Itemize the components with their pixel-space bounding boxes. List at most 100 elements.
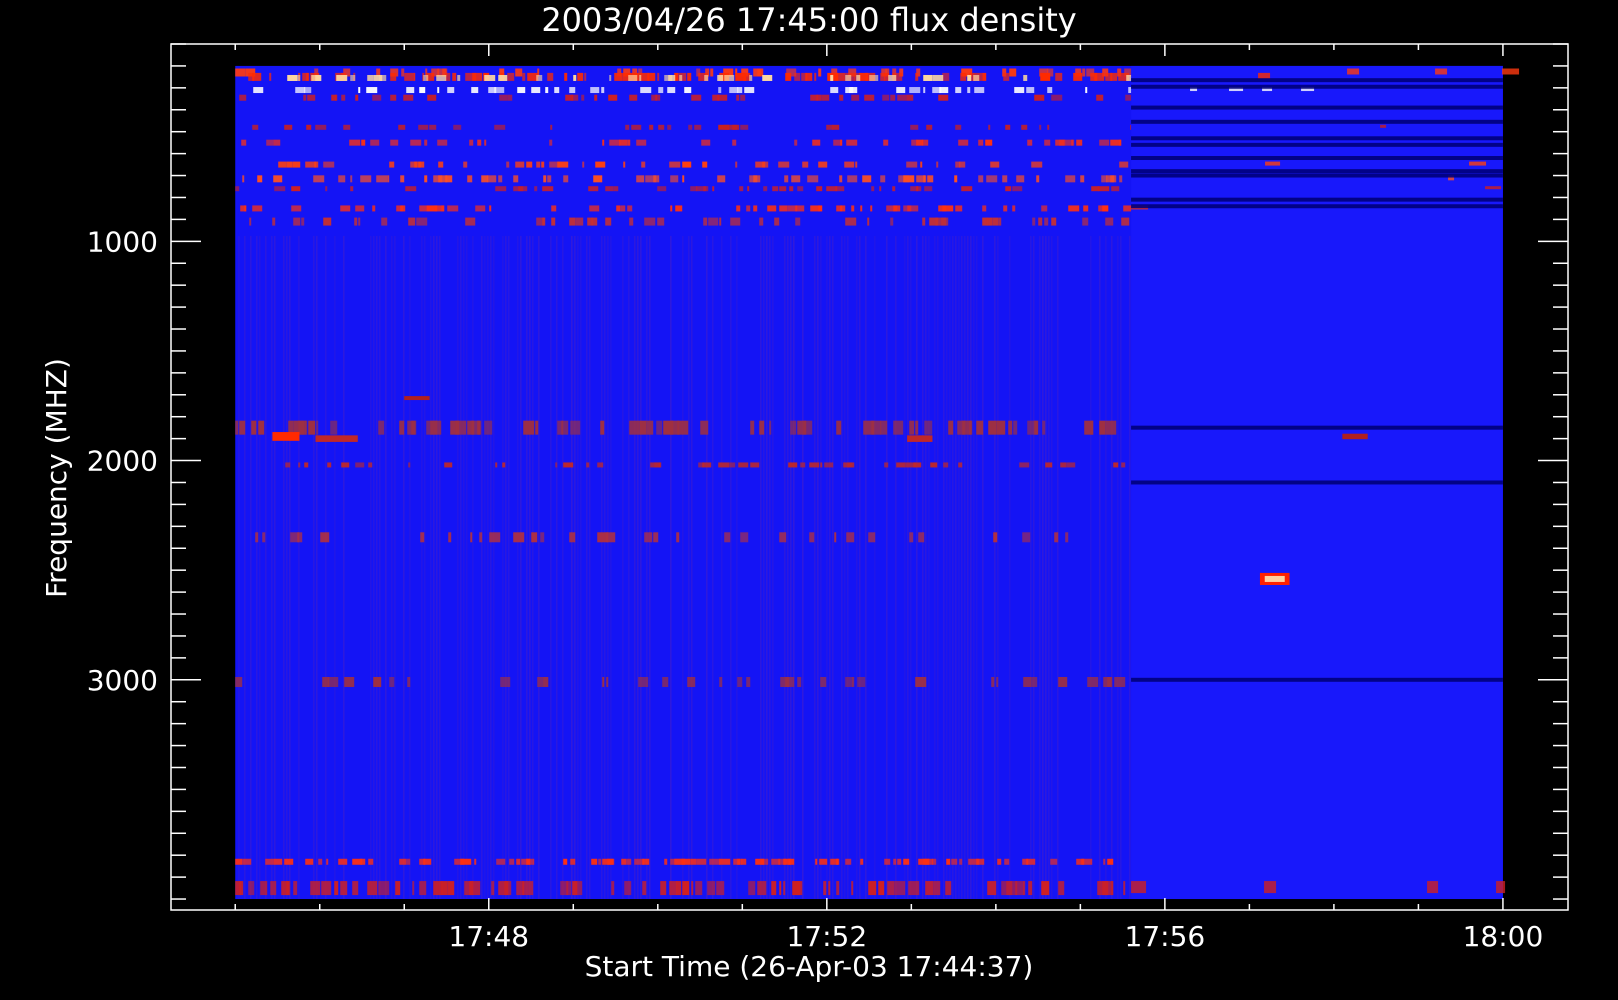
band-segment <box>413 72 416 81</box>
band-segment <box>783 881 786 896</box>
band-segment <box>816 186 823 192</box>
band-segment <box>662 676 669 687</box>
band-segment <box>670 175 679 183</box>
band-segment <box>961 186 973 192</box>
noise-streak <box>910 235 912 900</box>
noise-streak <box>289 235 291 900</box>
band-segment <box>700 420 709 435</box>
noise-streak <box>649 235 651 900</box>
band-segment <box>757 881 767 896</box>
band-segment <box>410 139 422 146</box>
band-segment <box>315 74 322 81</box>
band-segment <box>664 858 668 865</box>
band-segment <box>358 87 361 94</box>
band-segment <box>1091 186 1100 192</box>
band-segment <box>447 87 455 94</box>
band-segment <box>1090 420 1094 435</box>
noise-streak <box>1099 235 1101 900</box>
band-segment <box>880 420 888 435</box>
band-segment <box>894 881 906 896</box>
band-segment <box>736 94 740 101</box>
band-segment <box>551 217 556 226</box>
band-segment <box>1005 124 1011 130</box>
band-segment <box>484 139 487 146</box>
band-segment <box>814 72 817 81</box>
band-segment <box>1034 94 1045 101</box>
band-segment <box>378 881 390 896</box>
noise-streak <box>562 235 564 900</box>
band-segment <box>412 881 415 896</box>
band-segment <box>1044 139 1051 146</box>
band-segment <box>341 94 346 101</box>
band-segment <box>1065 175 1076 183</box>
band-segment <box>729 462 736 468</box>
band-segment <box>390 94 397 101</box>
band-segment <box>303 94 307 101</box>
band-segment <box>605 217 612 226</box>
band-segment <box>1036 175 1040 183</box>
band-segment <box>883 139 889 146</box>
noise-streak <box>526 235 528 900</box>
band-segment <box>624 881 632 896</box>
band-segment <box>869 74 879 81</box>
noise-streak <box>907 235 909 900</box>
noise-streak <box>634 235 636 900</box>
band-segment <box>1123 881 1126 896</box>
band-segment <box>762 161 769 168</box>
band-segment <box>1031 676 1038 687</box>
band-segment <box>1054 532 1059 543</box>
band-segment <box>976 858 985 865</box>
noise-streak <box>424 235 426 900</box>
band-segment <box>658 124 665 130</box>
noise-streak <box>1042 235 1044 900</box>
band-segment <box>862 175 872 183</box>
band-segment <box>857 676 866 687</box>
band-segment <box>336 74 348 81</box>
band-segment <box>542 186 554 192</box>
band-segment <box>307 94 316 101</box>
noise-streak <box>421 235 423 900</box>
band-segment <box>607 858 615 865</box>
band-segment <box>655 94 658 101</box>
band-segment <box>925 881 934 896</box>
band-segment <box>341 462 350 468</box>
noise-streak <box>610 235 612 900</box>
band-segment <box>740 532 749 543</box>
band-segment <box>453 124 462 130</box>
noise-streak <box>601 235 603 900</box>
band-segment <box>746 205 751 212</box>
noise-streak <box>790 235 792 900</box>
band-segment <box>660 881 667 896</box>
band-segment <box>313 175 325 183</box>
band-segment <box>1110 175 1117 183</box>
dark-line <box>1131 156 1503 161</box>
noise-streak <box>571 235 573 900</box>
band-segment <box>437 139 448 146</box>
band-segment <box>779 186 787 192</box>
band-segment <box>916 139 924 146</box>
band-segment <box>909 532 914 543</box>
noise-streak <box>874 235 876 900</box>
band-segment <box>942 205 954 212</box>
band-segment <box>573 74 577 81</box>
band-segment <box>712 186 715 192</box>
band-segment <box>354 217 358 226</box>
band-segment <box>1045 462 1053 468</box>
band-segment <box>368 462 373 468</box>
noise-streak <box>730 235 732 900</box>
band-segment <box>1113 462 1119 468</box>
noise-streak <box>841 235 843 900</box>
noise-streak <box>298 235 300 900</box>
band-segment <box>507 72 515 81</box>
noise-streak <box>466 235 468 900</box>
noise-streak <box>640 235 642 900</box>
band-segment <box>851 94 860 101</box>
band-segment <box>467 175 473 183</box>
band-segment <box>763 186 768 192</box>
band-segment <box>292 161 301 168</box>
band-segment <box>285 462 291 468</box>
band-segment <box>516 858 521 865</box>
band-segment <box>1042 420 1046 435</box>
band-segment <box>779 532 787 543</box>
band-segment <box>820 676 827 687</box>
